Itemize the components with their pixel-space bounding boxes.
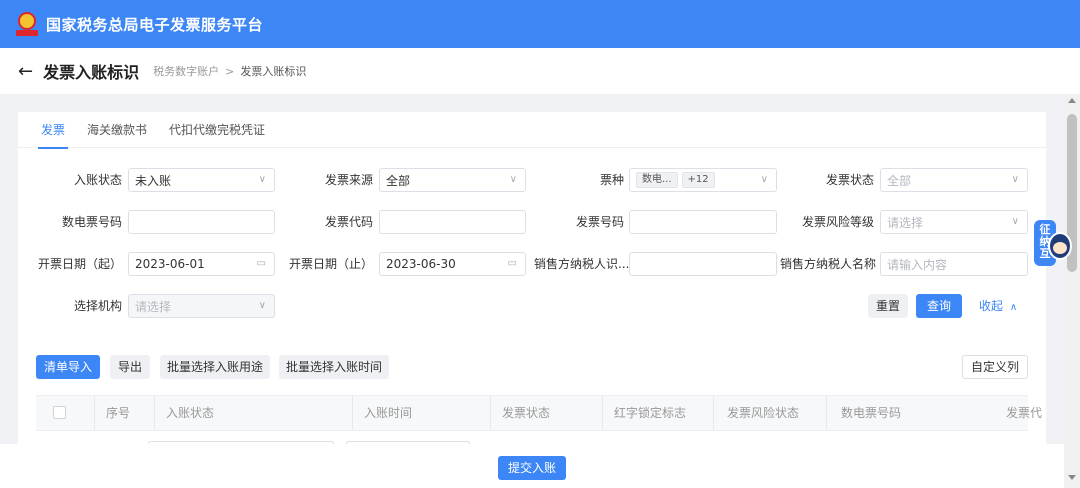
chevron-down-icon: ∨ bbox=[760, 174, 768, 185]
seller-name-label: 销售方纳税人名称 bbox=[780, 257, 877, 271]
invoice-type-select[interactable]: 数电... +12 ∨ bbox=[629, 168, 777, 192]
tab-invoice[interactable]: 发票 bbox=[30, 112, 76, 149]
left-arrow-icon[interactable]: ← bbox=[18, 61, 33, 82]
date-end-label: 开票日期（止） bbox=[288, 257, 373, 271]
risk-level-placeholder: 请选择 bbox=[887, 215, 924, 230]
invoice-status-label: 发票状态 bbox=[825, 173, 874, 187]
submit-entry-button[interactable]: 提交入账 bbox=[498, 456, 566, 480]
invoice-source-value: 全部 bbox=[386, 173, 411, 188]
footer-bar: 提交入账 bbox=[0, 444, 1064, 488]
risk-level-label: 发票风险等级 bbox=[801, 215, 874, 229]
column-header[interactable]: 入账时间 bbox=[364, 396, 412, 430]
column-header[interactable]: 发票状态 bbox=[502, 396, 550, 430]
entry-status-label: 入账状态 bbox=[73, 173, 122, 187]
column-header: 序号 bbox=[106, 406, 131, 420]
query-button[interactable]: 查询 bbox=[916, 294, 962, 318]
risk-level-select[interactable]: 请选择 ∨ bbox=[880, 210, 1028, 234]
date-end-value: 2023-06-30 bbox=[386, 257, 456, 271]
scroll-down-arrow-icon[interactable] bbox=[1068, 475, 1076, 480]
chevron-down-icon: ∨ bbox=[1011, 216, 1019, 227]
batch-purpose-button[interactable]: 批量选择入账用途 bbox=[160, 355, 270, 379]
page-scrollbar[interactable] bbox=[1064, 94, 1080, 488]
interaction-helper-widget[interactable]: 征 纳 互 bbox=[1034, 220, 1074, 272]
invoice-type-more-chip: +12 bbox=[681, 172, 715, 188]
reset-button[interactable]: 重置 bbox=[868, 294, 908, 318]
org-placeholder: 请选择 bbox=[135, 299, 172, 314]
date-start-label: 开票日期（起） bbox=[37, 257, 122, 271]
chevron-down-icon: ∨ bbox=[509, 174, 517, 185]
breadcrumb-separator: > bbox=[225, 64, 235, 78]
invoice-source-select[interactable]: 全部 ∨ bbox=[379, 168, 526, 192]
invoice-status-placeholder: 全部 bbox=[887, 173, 912, 188]
custom-columns-button[interactable]: 自定义列 bbox=[962, 355, 1028, 379]
export-button[interactable]: 导出 bbox=[110, 355, 150, 379]
collapse-label: 收起 bbox=[979, 299, 1004, 313]
collapse-link[interactable]: 收起 ∧ bbox=[979, 294, 1017, 318]
page-header: ← 发票入账标识 税务数字账户 > 发票入账标识 bbox=[0, 48, 1080, 94]
entry-status-select[interactable]: 未入账 ∨ bbox=[128, 168, 275, 192]
digital-invoice-no-input[interactable] bbox=[128, 210, 275, 234]
breadcrumb-item-account[interactable]: 税务数字账户 bbox=[153, 63, 219, 79]
invoice-code-label: 发票代码 bbox=[324, 215, 373, 229]
tax-emblem-icon bbox=[16, 11, 38, 37]
column-header[interactable]: 发票代 bbox=[1006, 396, 1042, 430]
column-header[interactable]: 红字锁定标志 bbox=[614, 396, 686, 430]
column-header[interactable]: 数电票号码 bbox=[841, 396, 901, 430]
entry-status-value: 未入账 bbox=[135, 173, 172, 188]
mascot-avatar-icon bbox=[1048, 232, 1072, 260]
tab-withholding-certificate[interactable]: 代扣代缴完税凭证 bbox=[158, 112, 276, 148]
tab-customs-payment[interactable]: 海关缴款书 bbox=[76, 112, 158, 148]
scroll-up-arrow-icon[interactable] bbox=[1068, 98, 1076, 103]
calendar-icon: ▭ bbox=[507, 258, 517, 269]
top-bar: 国家税务总局电子发票服务平台 bbox=[0, 0, 1080, 48]
page-title: 发票入账标识 bbox=[43, 63, 140, 82]
invoice-type-label: 票种 bbox=[599, 173, 624, 187]
invoice-status-select[interactable]: 全部 ∨ bbox=[880, 168, 1028, 192]
seller-name-placeholder: 请输入内容 bbox=[887, 257, 948, 272]
invoice-code-input[interactable] bbox=[379, 210, 526, 234]
date-end-picker[interactable]: 2023-06-30 ▭ bbox=[379, 252, 526, 276]
digital-invoice-no-label: 数电票号码 bbox=[61, 215, 122, 229]
date-start-picker[interactable]: 2023-06-01 ▭ bbox=[128, 252, 275, 276]
import-list-button[interactable]: 清单导入 bbox=[36, 355, 100, 379]
date-start-value: 2023-06-01 bbox=[135, 257, 205, 271]
batch-time-button[interactable]: 批量选择入账时间 bbox=[279, 355, 389, 379]
chevron-up-icon: ∧ bbox=[1009, 302, 1018, 313]
chevron-down-icon: ∨ bbox=[1011, 174, 1019, 185]
seller-name-input[interactable]: 请输入内容 bbox=[880, 252, 1028, 276]
invoice-source-label: 发票来源 bbox=[324, 173, 373, 187]
invoice-type-chip: 数电... bbox=[636, 172, 678, 188]
org-select[interactable]: 请选择 ∨ bbox=[128, 294, 275, 318]
invoice-no-label: 发票号码 bbox=[575, 215, 624, 229]
tab-bar: 发票 海关缴款书 代扣代缴完税凭证 bbox=[18, 112, 1046, 149]
app-title: 国家税务总局电子发票服务平台 bbox=[46, 15, 264, 34]
org-label: 选择机构 bbox=[73, 299, 122, 313]
column-header[interactable]: 入账状态 bbox=[166, 396, 214, 430]
invoice-no-input[interactable] bbox=[629, 210, 777, 234]
chevron-down-icon: ∨ bbox=[258, 174, 266, 185]
breadcrumb: 税务数字账户 > 发票入账标识 bbox=[153, 63, 306, 79]
calendar-icon: ▭ bbox=[256, 258, 266, 269]
seller-tax-id-label: 销售方纳税人识... bbox=[534, 257, 630, 271]
chevron-down-icon: ∨ bbox=[258, 300, 266, 311]
select-all-checkbox[interactable] bbox=[53, 406, 66, 419]
breadcrumb-item-current: 发票入账标识 bbox=[240, 65, 307, 78]
table-header: 序号 入账状态 入账时间 发票状态 红字锁定标志 发票风险状态 数电票号码 发票… bbox=[36, 395, 1042, 431]
seller-tax-id-input[interactable] bbox=[629, 252, 777, 276]
main-card: 发票 海关缴款书 代扣代缴完税凭证 入账状态 未入账 ∨ 发票来源 全部 ∨ 票… bbox=[18, 112, 1046, 488]
column-header[interactable]: 发票风险状态 bbox=[727, 396, 799, 430]
